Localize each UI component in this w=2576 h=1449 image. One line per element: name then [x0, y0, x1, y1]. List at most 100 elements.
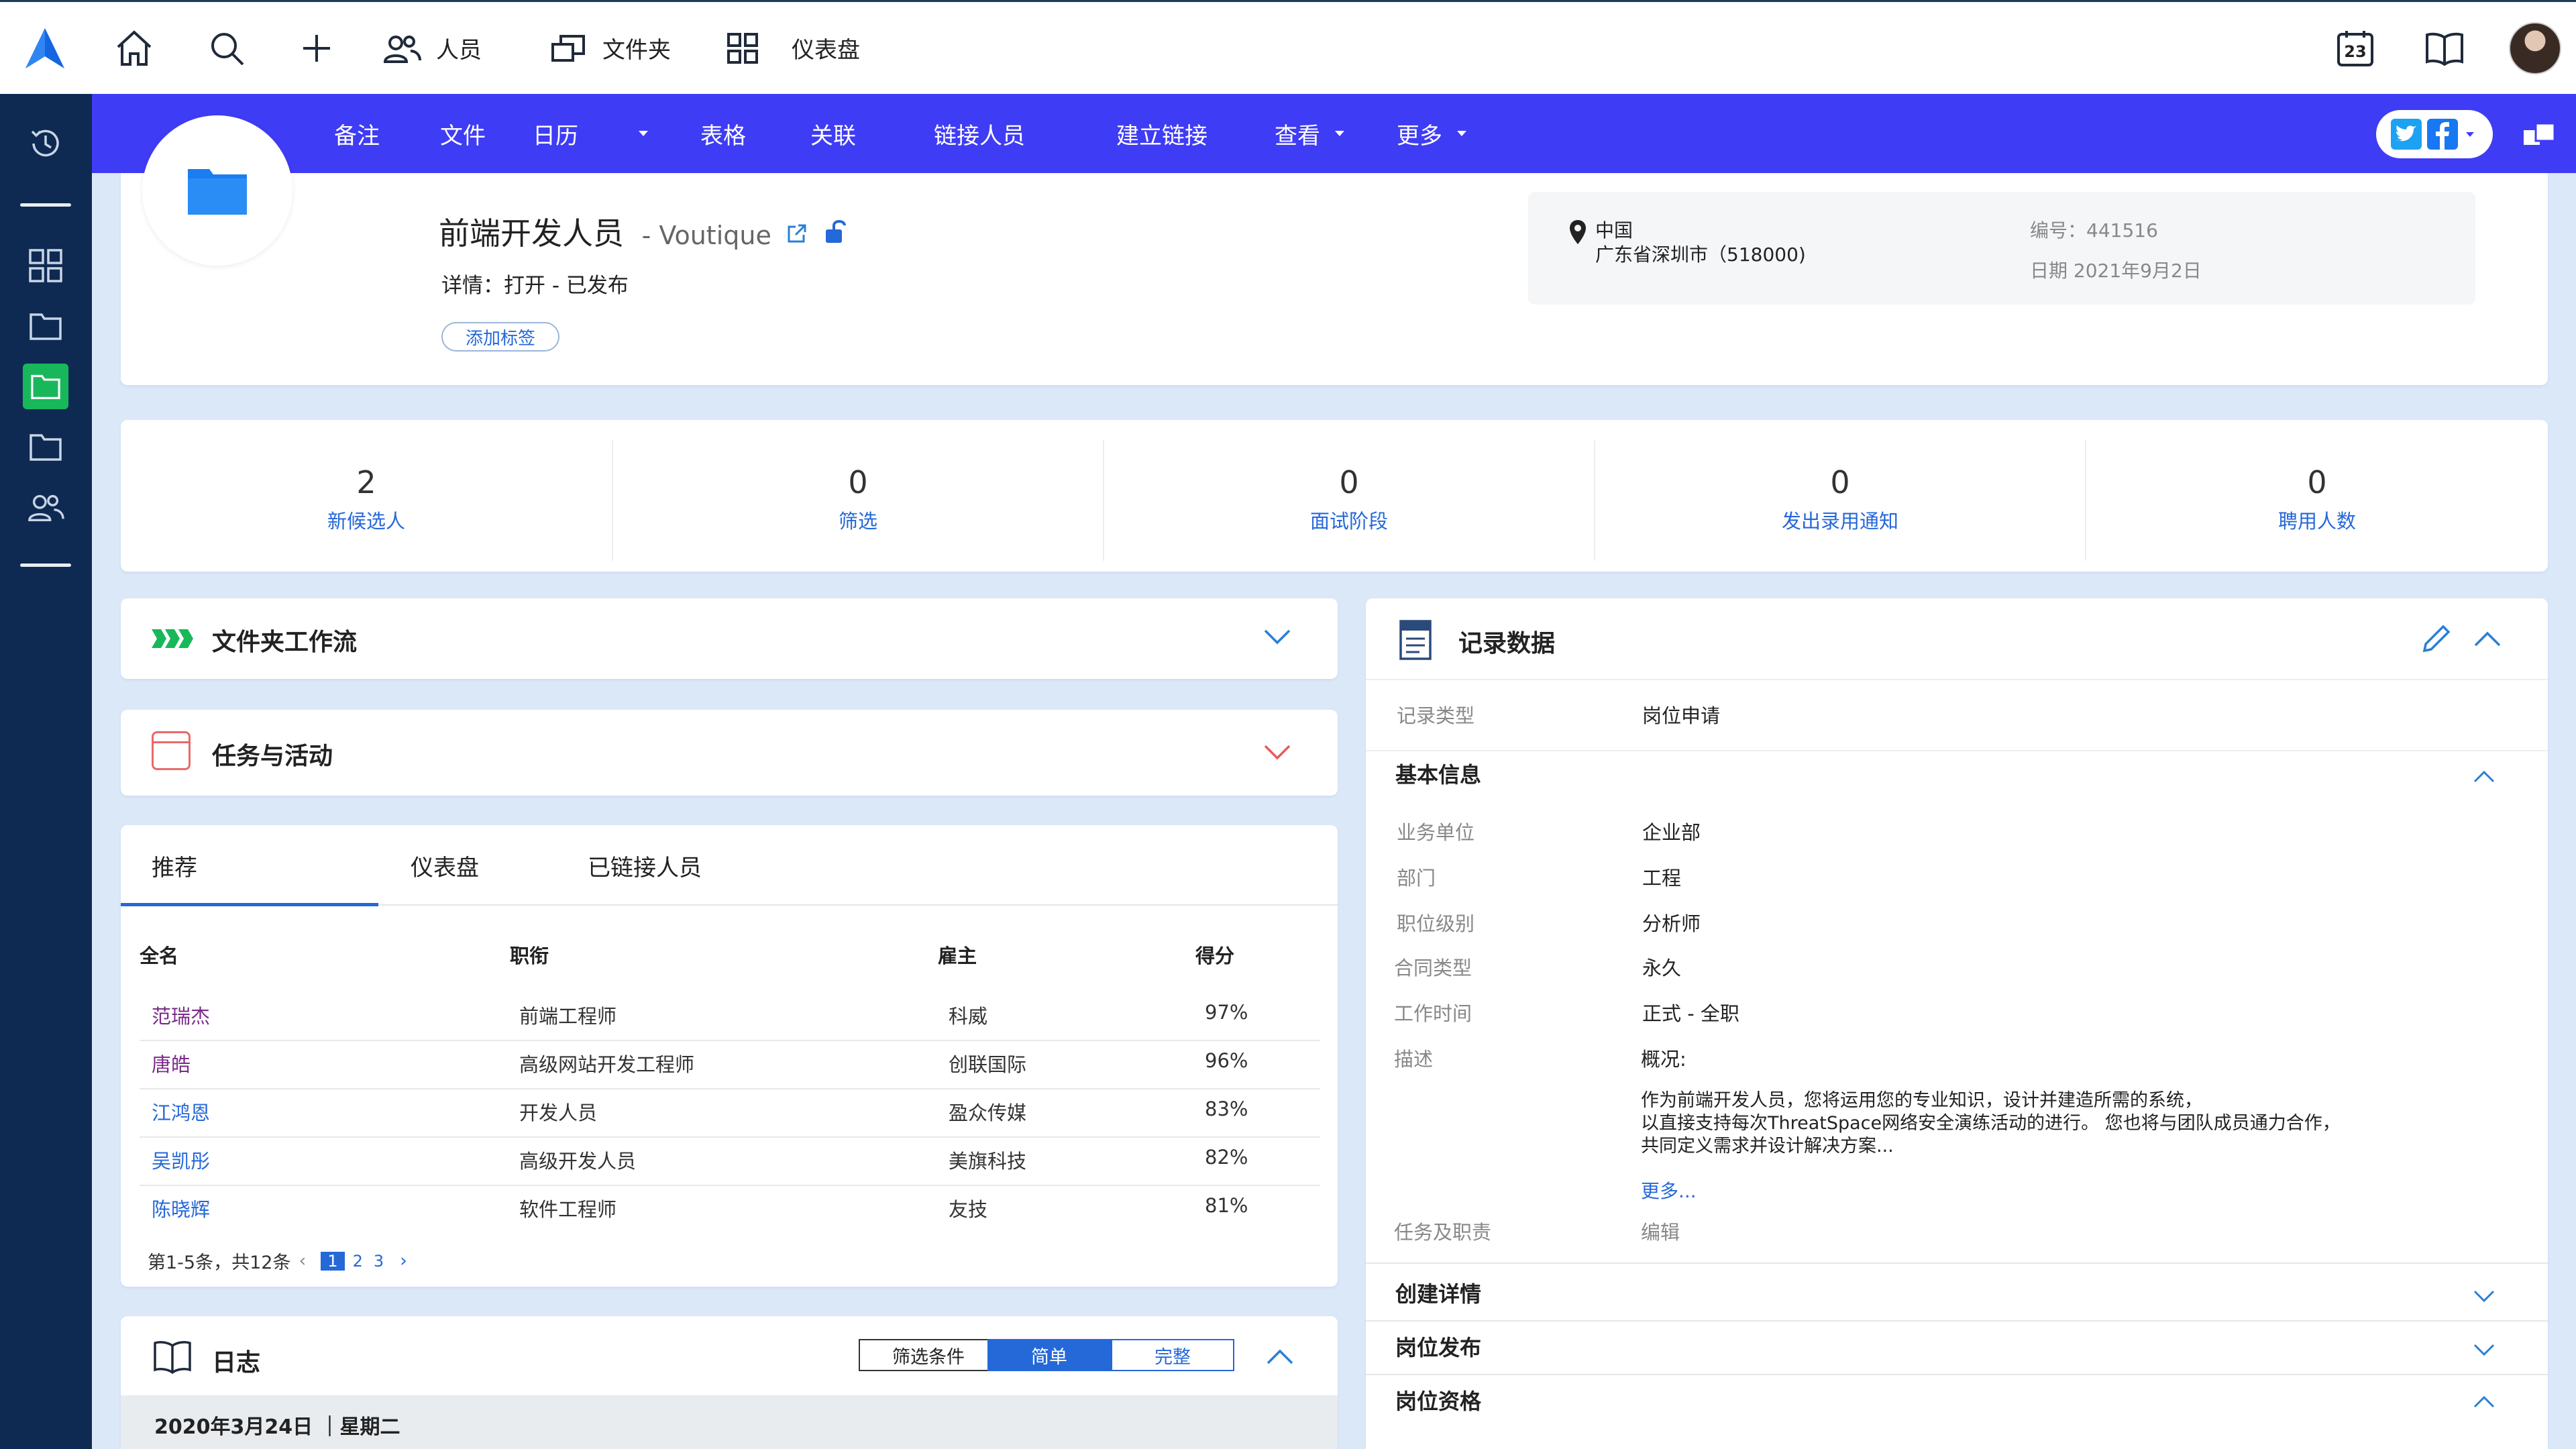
- candidate-name-link[interactable]: 唐皓: [152, 1049, 191, 1077]
- subnav-calendar[interactable]: 日历: [533, 94, 578, 173]
- candidate-employer: 科威: [949, 1005, 988, 1028]
- candidate-name-link[interactable]: 范瑞杰: [152, 1001, 210, 1029]
- tab-dashboard[interactable]: 仪表盘: [411, 849, 479, 882]
- log-date: 2020年3月24日 ｜星期二: [154, 1415, 400, 1439]
- nav-dashboard[interactable]: 仪表盘: [726, 2, 860, 94]
- folder-icon[interactable]: [23, 424, 68, 470]
- record-type-value: 岗位申请: [1642, 704, 1721, 727]
- record-number: 编号：441516: [2030, 219, 2158, 241]
- field-value: 企业部: [1642, 821, 1701, 844]
- unlock-icon[interactable]: [824, 219, 847, 244]
- add-icon[interactable]: [301, 2, 333, 94]
- workspaces-icon[interactable]: [2522, 118, 2557, 150]
- app-logo[interactable]: [24, 2, 66, 94]
- divider: [1366, 750, 2548, 751]
- social-share-button[interactable]: [2376, 110, 2493, 158]
- description-line: 以直接支持每次ThreatSpace网络安全演练活动的进行。 您也将与团队成员通…: [1641, 1113, 2341, 1134]
- col-header-score[interactable]: 得分: [1195, 941, 1234, 969]
- full-view-toggle[interactable]: 完整: [1111, 1339, 1234, 1371]
- filter-button[interactable]: 筛选条件: [859, 1339, 998, 1371]
- record-date: 日期 2021年9月2日: [2030, 260, 2202, 282]
- row-divider: [140, 1040, 1320, 1041]
- avatar[interactable]: [2509, 2, 2561, 94]
- log-date-bar: 2020年3月24日 ｜星期二: [121, 1395, 1338, 1449]
- folder-icon[interactable]: [23, 303, 68, 349]
- add-tag-button[interactable]: 添加标签: [441, 322, 559, 352]
- subnav-calendar-dropdown[interactable]: [639, 94, 648, 173]
- book-icon[interactable]: [2424, 2, 2465, 94]
- col-header-employer[interactable]: 雇主: [938, 941, 977, 969]
- candidate-score: 82%: [1205, 1146, 1248, 1169]
- field-value: 分析师: [1642, 912, 1701, 935]
- stat-value: 0: [1339, 464, 1359, 500]
- col-header-title[interactable]: 职衔: [510, 941, 549, 969]
- chevron-up-icon[interactable]: [2473, 1395, 2496, 1409]
- subnav-view[interactable]: 查看: [1275, 94, 1344, 173]
- subnav-relations[interactable]: 关联: [810, 94, 856, 173]
- chevron-up-icon[interactable]: [2473, 631, 2502, 648]
- external-link-icon[interactable]: [786, 223, 808, 244]
- chevron-down-icon: [1457, 131, 1466, 136]
- record-avatar: [142, 115, 292, 266]
- subnav-linked-people[interactable]: 链接人员: [934, 94, 1025, 173]
- stat-new-candidates[interactable]: 2 新候选人: [121, 464, 612, 534]
- field-label: 工作时间: [1394, 1002, 1472, 1025]
- duties-edit-link[interactable]: 编辑: [1641, 1217, 1680, 1245]
- chevron-down-icon[interactable]: [1263, 628, 1292, 645]
- stat-hired[interactable]: 0 聘用人数: [2086, 464, 2548, 534]
- candidate-score: 83%: [1205, 1097, 1248, 1120]
- tasks-card[interactable]: 任务与活动: [121, 710, 1338, 796]
- subnav-tables[interactable]: 表格: [700, 94, 746, 173]
- stat-screening[interactable]: 0 筛选: [613, 464, 1103, 534]
- more-link[interactable]: 更多...: [1641, 1177, 1697, 1203]
- chevron-up-icon[interactable]: [1265, 1348, 1295, 1366]
- candidate-name-link[interactable]: 江鸿恩: [152, 1097, 210, 1126]
- log-title: 日志: [212, 1349, 261, 1377]
- people-icon[interactable]: [23, 484, 68, 530]
- chevron-down-icon[interactable]: [2473, 1289, 2496, 1303]
- chevron-right-icon[interactable]: ›: [400, 1250, 407, 1271]
- sidebar-item-folders-active[interactable]: [23, 364, 68, 409]
- candidate-name-link[interactable]: 吴凯彤: [152, 1146, 210, 1174]
- row-divider: [140, 1185, 1320, 1186]
- search-icon[interactable]: [208, 2, 246, 94]
- stat-interview[interactable]: 0 面试阶段: [1104, 464, 1594, 534]
- section-creation-details[interactable]: 创建详情: [1395, 1277, 1481, 1308]
- nav-people[interactable]: 人员: [382, 2, 482, 94]
- basic-info-title[interactable]: 基本信息: [1395, 758, 1481, 789]
- candidate-title: 前端工程师: [519, 1005, 617, 1028]
- chevron-left-icon[interactable]: ‹: [299, 1250, 306, 1271]
- tab-linked-people[interactable]: 已链接人员: [588, 849, 702, 882]
- subnav-view-label: 查看: [1275, 122, 1320, 150]
- tab-recommended[interactable]: 推荐: [152, 849, 197, 882]
- stat-offers[interactable]: 0 发出录用通知: [1595, 464, 2085, 534]
- simple-view-toggle[interactable]: 简单: [987, 1339, 1111, 1371]
- col-header-name[interactable]: 全名: [140, 941, 178, 969]
- history-icon[interactable]: [23, 121, 68, 166]
- section-job-posting[interactable]: 岗位发布: [1395, 1331, 1481, 1362]
- page-1-button[interactable]: 1: [321, 1251, 345, 1271]
- chevron-up-icon[interactable]: [2473, 770, 2496, 784]
- section-job-qualifications[interactable]: 岗位资格: [1395, 1385, 1481, 1415]
- nav-folders[interactable]: 文件夹: [550, 2, 671, 94]
- subnav-create-link[interactable]: 建立链接: [1116, 94, 1208, 173]
- calendar-day: 23: [2344, 42, 2367, 61]
- subnav-files[interactable]: 文件: [440, 94, 486, 173]
- field-label: 合同类型: [1394, 957, 1472, 979]
- candidate-name-link[interactable]: 陈晓辉: [152, 1194, 210, 1222]
- subnav-more[interactable]: 更多: [1397, 94, 1466, 173]
- home-icon[interactable]: [114, 2, 154, 94]
- chevron-down-icon[interactable]: [1263, 743, 1292, 761]
- subnav-notes[interactable]: 备注: [334, 94, 380, 173]
- calendar-icon[interactable]: 23: [2336, 2, 2375, 94]
- page-3-button[interactable]: 3: [374, 1252, 384, 1271]
- workflow-card[interactable]: 文件夹工作流: [121, 598, 1338, 679]
- top-navigation-bar: 人员 文件夹 仪表盘 23: [0, 0, 2576, 94]
- folder-icon: [188, 169, 247, 215]
- edit-pencil-icon[interactable]: [2419, 623, 2453, 656]
- dashboard-icon[interactable]: [23, 243, 68, 288]
- divider: [1366, 1320, 2548, 1322]
- page-2-button[interactable]: 2: [353, 1252, 363, 1271]
- record-header-card: 前端开发人员 - Voutique 详情：打开 - 已发布 添加标签 中国 广东…: [121, 173, 2548, 385]
- chevron-down-icon[interactable]: [2473, 1343, 2496, 1356]
